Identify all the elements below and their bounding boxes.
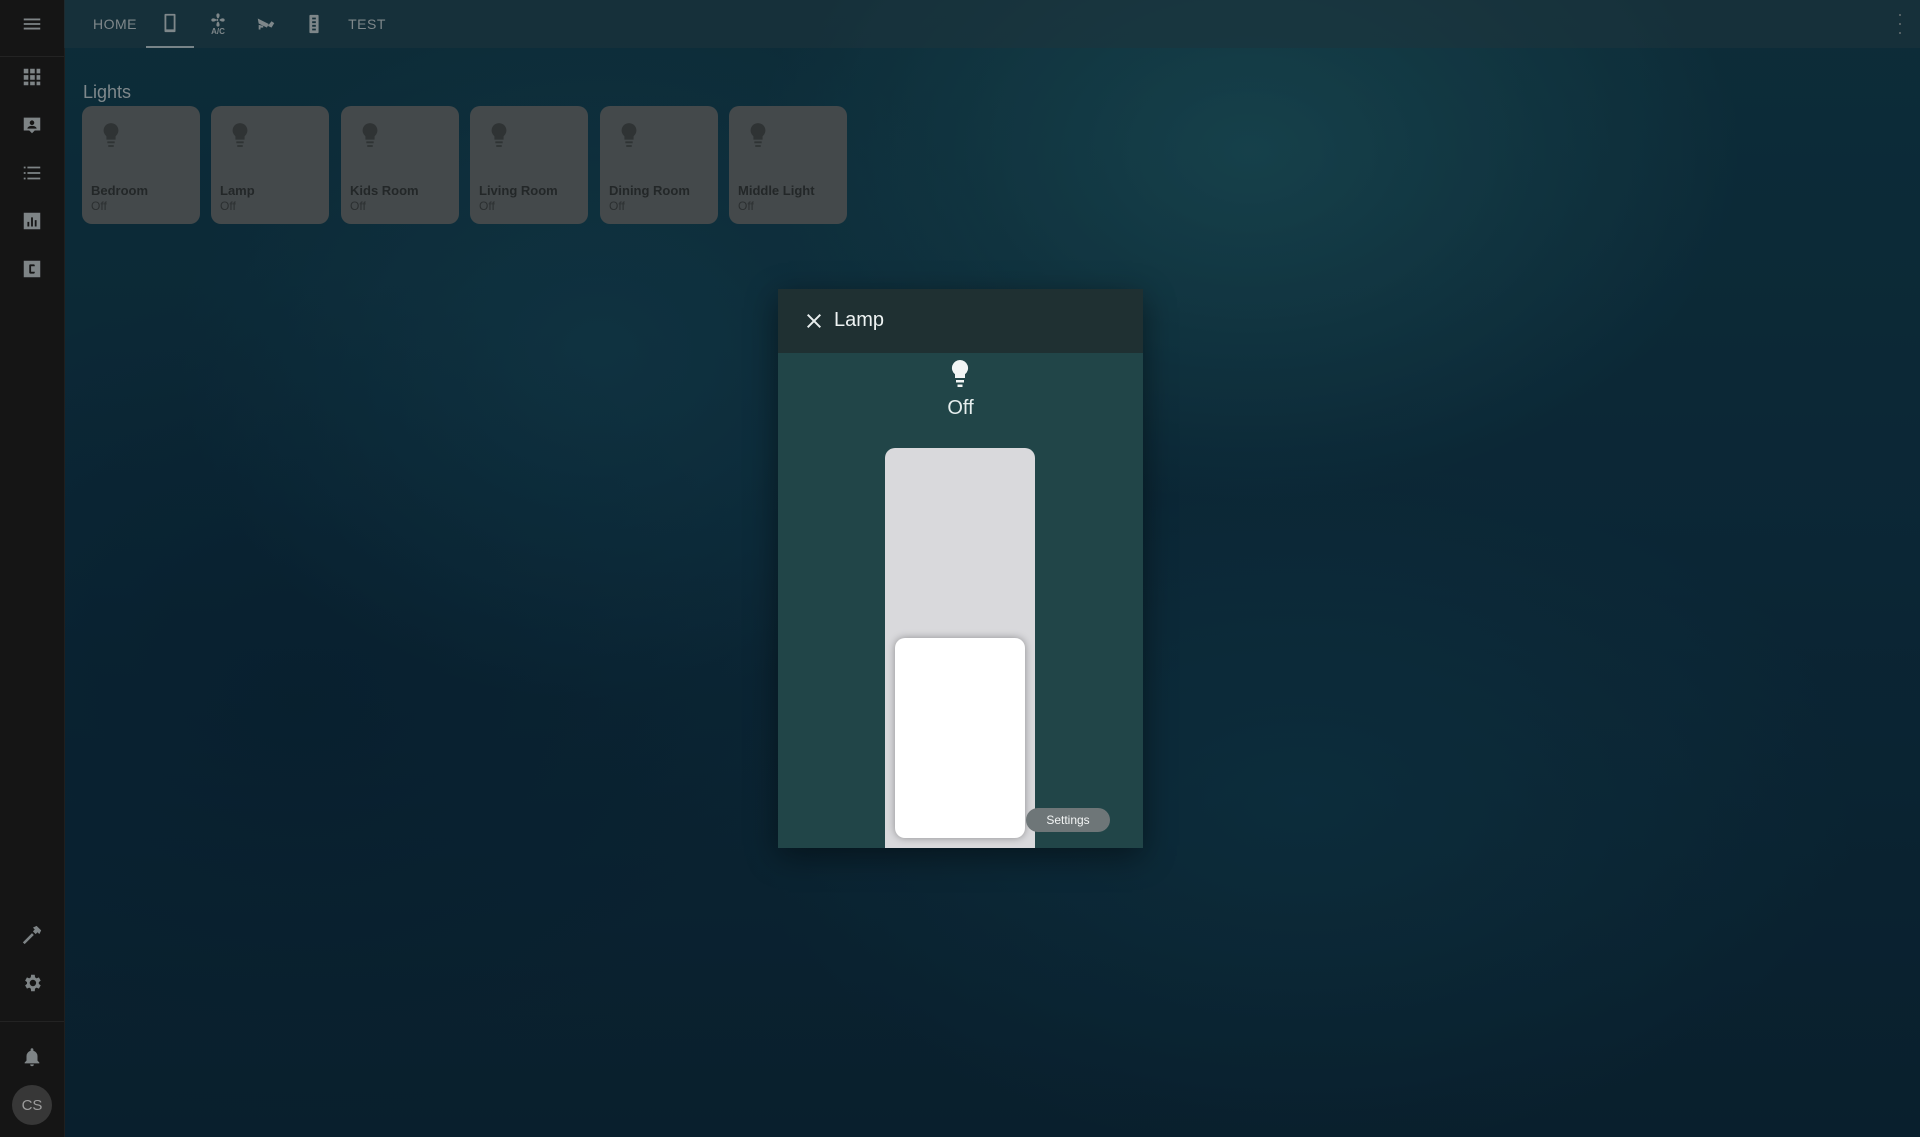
dialog-title: Lamp [834,309,885,331]
settings-button[interactable]: Settings [1026,808,1110,832]
brightness-slider-handle[interactable] [895,638,1025,838]
brightness-slider[interactable] [885,448,1035,848]
close-icon[interactable] [802,309,826,333]
lamp-dialog: Lamp Off Settings [778,289,1143,848]
dialog-state: Off [947,397,974,419]
lightbulb-icon[interactable] [948,359,972,389]
dialog-header: Lamp [778,289,1143,353]
